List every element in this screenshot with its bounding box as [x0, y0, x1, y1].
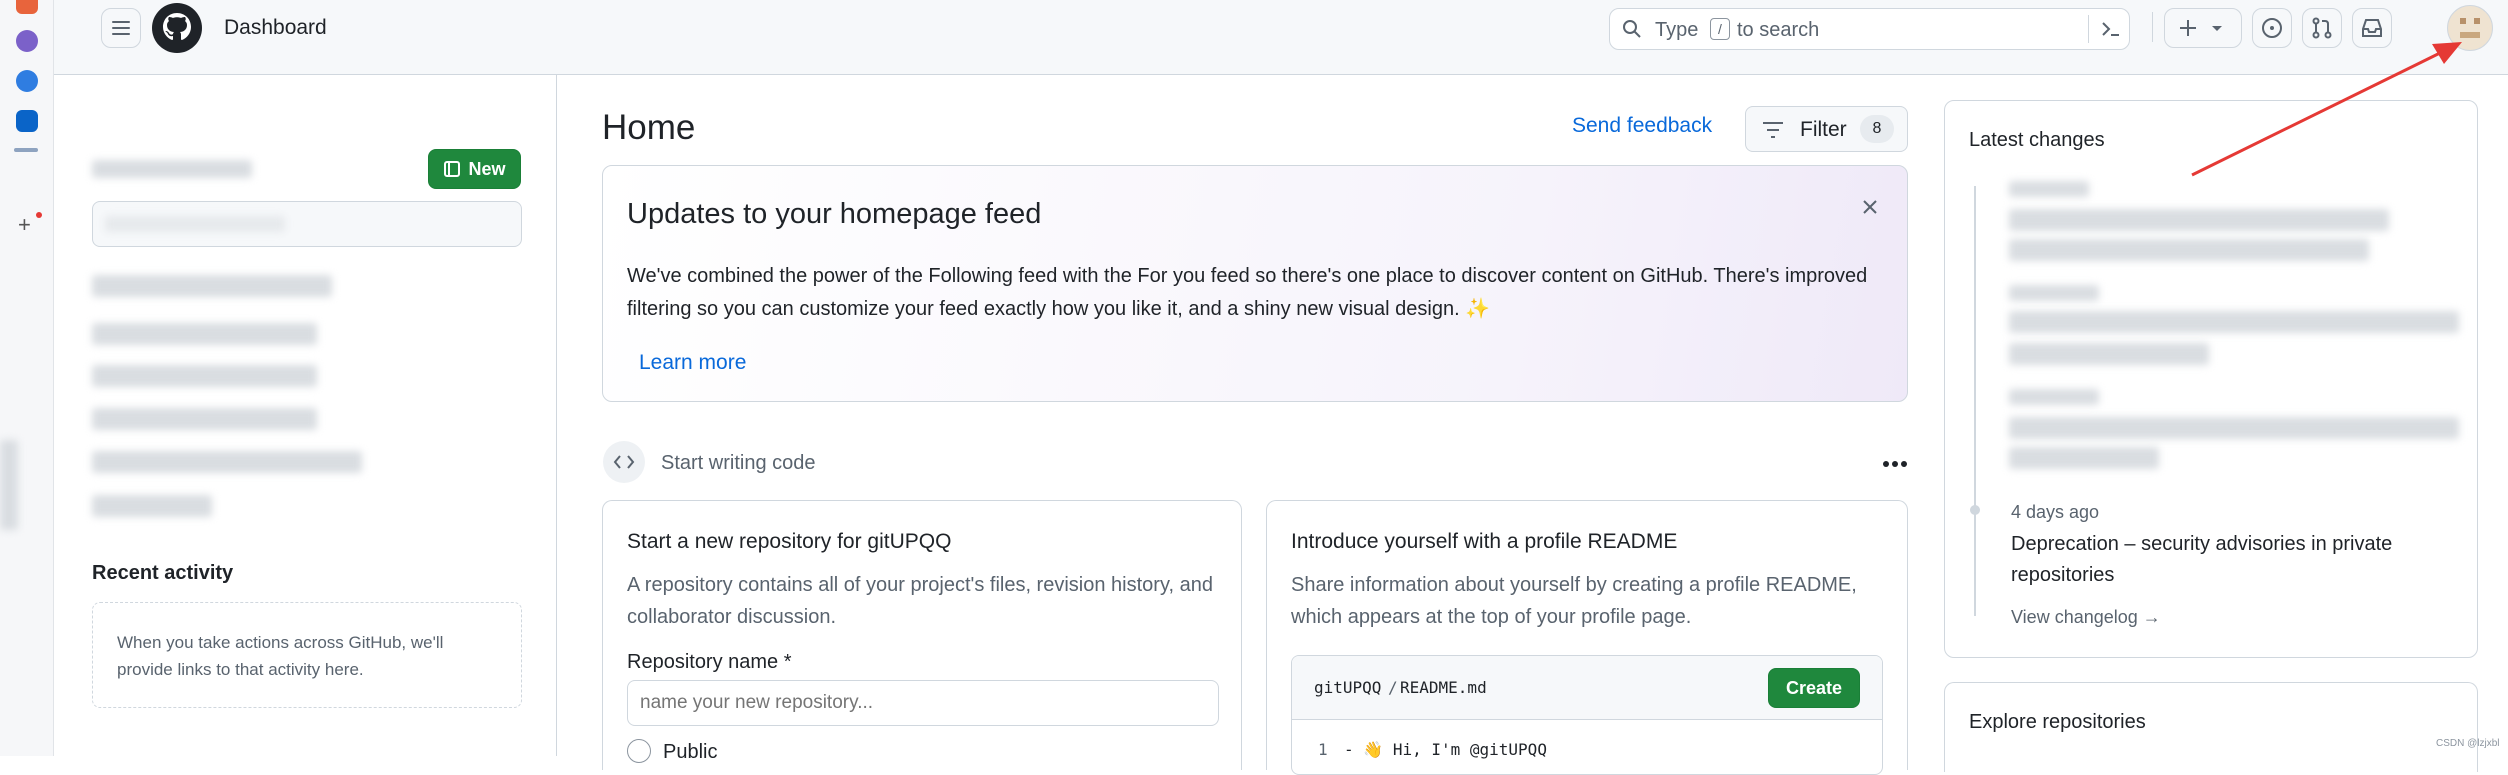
new-repo-heading: Start a new repository for gitUPQQ: [627, 530, 952, 553]
outlook-icon[interactable]: [16, 110, 38, 132]
watermark: CSDN @lzjxbl: [2436, 738, 2500, 749]
recent-activity-box: When you take actions across GitHub, we'…: [92, 602, 522, 708]
redacted-change-title: [2009, 239, 2369, 261]
public-radio[interactable]: [627, 739, 651, 763]
redacted-filter-text: [105, 216, 285, 232]
redacted-change-title: [2009, 447, 2159, 469]
github-logo-icon[interactable]: [152, 3, 202, 53]
repo-list-item[interactable]: [92, 275, 332, 297]
new-repository-card: Start a new repository for gitUPQQ A rep…: [602, 500, 1242, 770]
redacted-change-title: [2009, 417, 2459, 439]
repo-name-label: Repository name *: [627, 651, 792, 673]
recent-activity-empty-text: When you take actions across GitHub, we'…: [117, 633, 444, 679]
kebab-menu-icon[interactable]: [1882, 460, 1908, 468]
redacted-change-date: [2009, 285, 2099, 301]
banner-body: We've combined the power of the Followin…: [627, 265, 1868, 320]
search-icon: [1623, 20, 1641, 38]
readme-path-user: gitUPQQ: [1314, 678, 1382, 697]
browser-sidebar: +: [0, 0, 54, 756]
browser-app-icon[interactable]: [16, 70, 38, 92]
repo-list-item[interactable]: [92, 365, 317, 387]
extension-icon[interactable]: [16, 30, 38, 52]
filter-button[interactable]: Filter 8: [1745, 106, 1908, 152]
redacted-username: [92, 160, 252, 178]
hamburger-icon: [112, 21, 130, 35]
new-button-label: New: [468, 158, 506, 179]
repo-icon: [444, 161, 461, 177]
repository-name-input[interactable]: [627, 680, 1219, 726]
timeline-line: [1974, 186, 1976, 616]
new-repository-button[interactable]: New: [428, 149, 521, 189]
app-icon[interactable]: [16, 0, 38, 14]
menu-button[interactable]: [101, 8, 141, 48]
repo-list-item[interactable]: [92, 495, 212, 517]
learn-more-link[interactable]: Learn more: [639, 351, 746, 375]
search-placeholder-suffix: to search: [1737, 19, 1820, 41]
close-icon[interactable]: [1861, 198, 1879, 216]
public-radio-label: Public: [663, 741, 718, 763]
redacted-change-title: [2009, 311, 2459, 333]
add-app-icon[interactable]: +: [18, 212, 31, 238]
send-feedback-link[interactable]: Send feedback: [1572, 114, 1712, 138]
homepage-feed-banner: Updates to your homepage feed We've comb…: [602, 165, 1908, 402]
separator-line: [14, 148, 38, 152]
start-writing-label: Start writing code: [661, 452, 816, 474]
avatar-pixel: [2474, 18, 2480, 24]
filter-icon: [1763, 122, 1783, 138]
line-number: 1: [1318, 740, 1328, 759]
redacted-change-date: [2009, 181, 2089, 197]
redacted-edge: [0, 440, 18, 530]
create-readme-button[interactable]: Create: [1768, 668, 1860, 708]
find-repository-input[interactable]: [92, 201, 522, 247]
readme-editor-preview: gitUPQQ / README.md Create 1 - 👋 Hi, I'm…: [1291, 655, 1883, 775]
timeline-dot: [1970, 505, 1980, 515]
notification-dot: [36, 212, 42, 218]
search-shortcut-key: /: [1710, 18, 1730, 40]
left-sidebar: New Recent activity When you take action…: [54, 75, 557, 756]
page-context-title[interactable]: Dashboard: [224, 16, 327, 40]
repo-list-item[interactable]: [92, 408, 317, 430]
avatar-pixel: [2460, 18, 2466, 24]
repo-list-item[interactable]: [92, 451, 362, 473]
filter-count-badge: 8: [1860, 115, 1894, 143]
explore-repositories-card: Explore repositories: [1944, 682, 2478, 772]
code-icon: [603, 441, 645, 483]
readme-heading: Introduce yourself with a profile README: [1291, 530, 1678, 553]
readme-path-file: README.md: [1400, 678, 1487, 697]
redacted-change-title: [2009, 209, 2389, 231]
readme-description: Share information about yourself by crea…: [1291, 574, 1857, 628]
banner-heading: Updates to your homepage feed: [627, 198, 1042, 230]
latest-changes-heading: Latest changes: [1969, 129, 2105, 151]
explore-heading: Explore repositories: [1969, 711, 2146, 733]
readme-line-text: - 👋 Hi, I'm @gitUPQQ: [1344, 740, 1547, 759]
search-placeholder-prefix: Type: [1655, 19, 1699, 41]
repo-list-item[interactable]: [92, 323, 317, 345]
page-title: Home: [602, 108, 696, 147]
annotation-arrow: [2191, 42, 2462, 177]
search-input[interactable]: Type / to search: [1609, 8, 2130, 50]
change-title-link[interactable]: Deprecation – security advisories in pri…: [2011, 529, 2451, 591]
top-header: Dashboard Type / to search: [54, 0, 2508, 75]
search-divider: [2088, 15, 2089, 43]
profile-readme-card: Introduce yourself with a profile README…: [1266, 500, 1908, 775]
change-date: 4 days ago: [2011, 502, 2100, 522]
readme-path-separator: /: [1388, 678, 1398, 697]
view-changelog-link[interactable]: View changelog →: [2011, 607, 2161, 628]
redacted-change-title: [2009, 343, 2209, 365]
new-repo-description: A repository contains all of your projec…: [627, 574, 1213, 628]
redacted-change-date: [2009, 389, 2099, 405]
command-palette-icon[interactable]: [2100, 19, 2122, 39]
recent-activity-heading: Recent activity: [92, 562, 234, 584]
header-divider: [2152, 12, 2153, 42]
filter-label: Filter: [1800, 118, 1847, 141]
